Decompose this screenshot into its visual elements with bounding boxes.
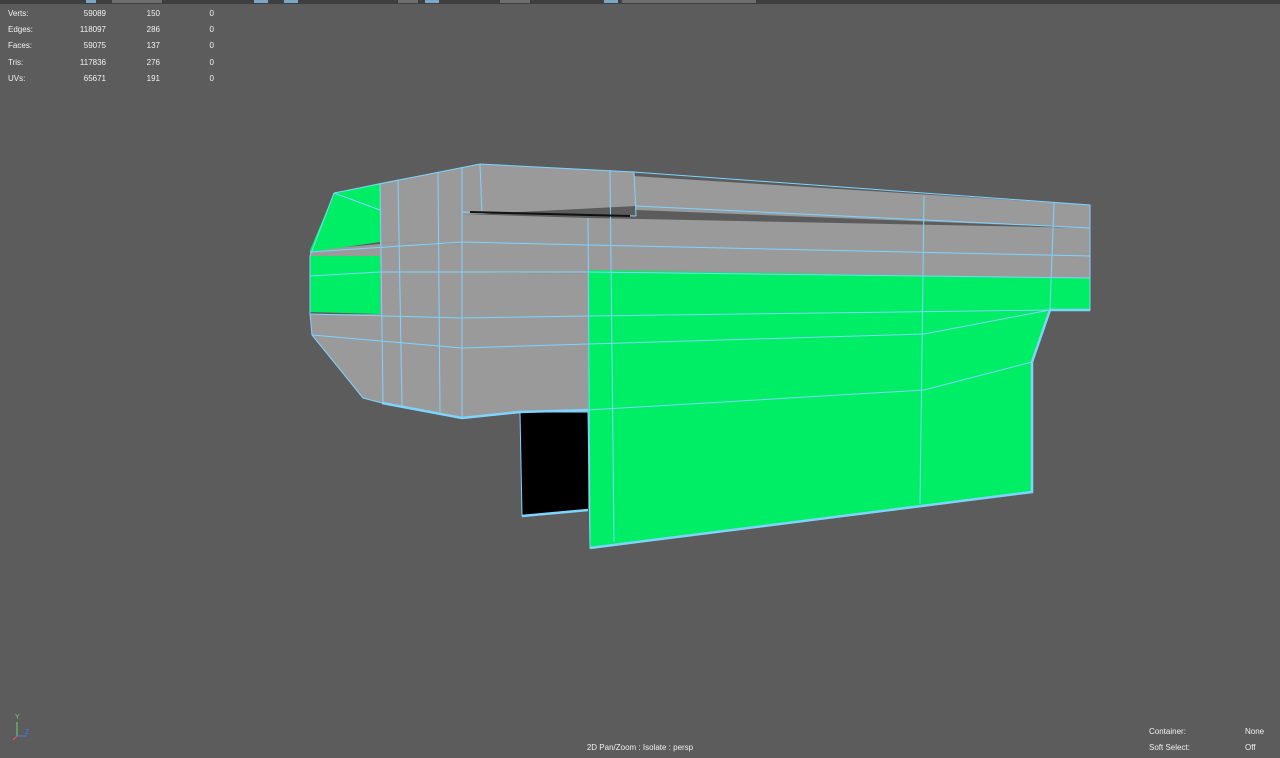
mesh-face[interactable] — [480, 164, 636, 214]
mesh-face[interactable] — [634, 176, 1090, 228]
container-value: None — [1245, 727, 1265, 736]
container-info: Container: None — [1149, 727, 1265, 736]
soft-select-label: Soft Select: — [1149, 743, 1190, 752]
soft-select-info: Soft Select: Off — [1149, 743, 1262, 752]
mesh-face-opening — [520, 410, 588, 516]
axis-y-label: Y — [15, 714, 20, 721]
axis-gizmo-icon: Y Z — [9, 714, 35, 742]
mesh-face[interactable] — [588, 218, 1090, 278]
viewport-canvas[interactable] — [0, 0, 1280, 758]
container-label: Container: — [1149, 727, 1186, 736]
selected-face[interactable] — [588, 270, 1090, 548]
axis-z-label: Z — [25, 729, 30, 736]
viewport-status-text: 2D Pan/Zoom : Isolate : persp — [586, 743, 694, 752]
selected-face[interactable] — [310, 183, 380, 252]
soft-select-value: Off — [1245, 743, 1256, 752]
selected-face[interactable] — [310, 256, 380, 314]
